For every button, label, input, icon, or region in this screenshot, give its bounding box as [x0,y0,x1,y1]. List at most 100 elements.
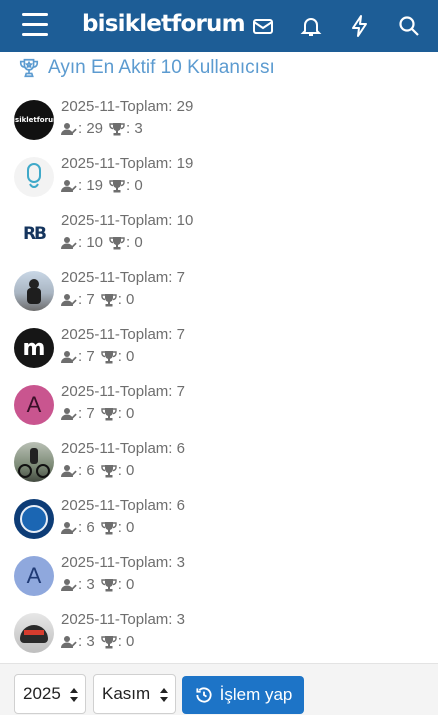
post-count: : 10 [78,234,104,251]
user-stats: 2025-11-Toplam: 7 : 7 : 0 [61,326,185,366]
stats-line: : 29 : 3 [61,120,193,138]
submit-button[interactable]: İşlem yap [182,676,304,714]
trophy-icon [100,351,117,364]
trophy-count: : 0 [117,462,135,479]
stats-line: : 6 : 0 [61,519,185,537]
trophy-icon [100,294,117,307]
bisikletforum-logo-avatar[interactable]: bisikletforum [14,100,54,140]
avatar-letter: A [14,385,54,425]
user-posts-icon [61,180,77,192]
month-select[interactable]: Kasım [93,674,176,714]
user-stats: 2025-11-Toplam: 3 : 3: 0 [61,554,185,594]
monthly-total: 2025-11-Toplam: 29 [61,98,194,115]
helmet-photo-avatar[interactable] [14,613,54,653]
stats-line: : 19 : 0 [61,177,193,195]
submit-button-label: İşlem yap [219,685,293,704]
trophy-count: : 0 [117,576,135,593]
stats-line: : 10 : 0 [61,234,193,252]
user-stats: 2025-11-Toplam: 3 : 3 : 0 [61,611,185,651]
list-item: RB 2025-11-Toplam: 10 : 10 : 0 [14,212,424,269]
cycling-club-logo-avatar[interactable] [14,499,54,539]
tqam-logo-avatar[interactable] [14,157,54,197]
select-arrows-icon [160,688,168,702]
post-count: : 3 [78,633,95,650]
user-posts-icon [61,579,77,591]
list-item: A 2025-11-Toplam: 3 : 3: 0 [14,554,424,611]
user-stats: 2025-11-Toplam: 10 : 10 : 0 [61,212,193,252]
user-stats: 2025-11-Toplam: 7 : 7 : 0 [61,269,185,309]
bell-icon[interactable] [299,14,323,38]
avatar-letter: A [14,556,54,596]
monthly-total: 2025-11-Toplam: 3 [61,611,185,628]
stats-line: : 3: 0 [61,576,185,594]
cyclist-photo-avatar[interactable] [14,271,54,311]
section-heading: Ayın En Aktif 10 Kullanıcısı [18,54,275,82]
monthly-total: 2025-11-Toplam: 7 [61,269,185,286]
list-item: bisikletforum 2025-11-Toplam: 29 : 29 : 3 [14,98,424,155]
monthly-total: 2025-11-Toplam: 7 [61,326,185,343]
letter-a-avatar[interactable]: A [14,385,54,425]
search-icon[interactable] [397,14,421,38]
user-posts-icon [61,294,77,306]
year-select[interactable]: 2025 [14,674,86,714]
user-stats: 2025-11-Toplam: 6 : 6 : 0 [61,440,185,480]
monthly-total: 2025-11-Toplam: 6 [61,497,185,514]
monthly-total: 2025-11-Toplam: 6 [61,440,185,457]
select-arrows-icon [70,688,78,702]
filter-bar: 2025 Kasım İşlem yap [0,663,438,715]
user-stats: 2025-11-Toplam: 6 : 6 : 0 [61,497,185,537]
bike-photo-avatar[interactable] [14,442,54,482]
trophy-icon [100,522,117,535]
month-select-value: Kasım [102,684,151,703]
letter-a-avatar[interactable]: A [14,556,54,596]
m-logo-avatar[interactable]: m [14,328,54,368]
user-posts-icon [61,522,77,534]
monthly-total: 2025-11-Toplam: 3 [61,554,185,571]
monthly-total: 2025-11-Toplam: 7 [61,383,185,400]
stats-line: : 7 : 0 [61,291,185,309]
trophy-icon [109,237,125,250]
user-posts-icon [61,636,77,648]
list-item: 2025-11-Toplam: 7 : 7 : 0 [14,269,424,326]
monthly-total: 2025-11-Toplam: 10 [61,212,194,229]
trophy-count: : 0 [117,633,135,650]
user-stats: 2025-11-Toplam: 29 : 29 : 3 [61,98,193,138]
history-icon [196,687,212,703]
list-item: 2025-11-Toplam: 3 : 3 : 0 [14,611,424,668]
stats-line: : 7 : 0 [61,348,185,366]
trophy-icon [100,636,117,649]
post-count: : 6 [78,519,95,536]
user-stats: 2025-11-Toplam: 7 : 7 : 0 [61,383,185,423]
envelope-icon[interactable] [251,14,275,38]
trophy-count: : 3 [126,120,143,137]
post-count: : 7 [78,291,95,308]
post-count: : 29 [78,120,104,137]
trophy-icon [100,579,117,592]
trophy-count: : 0 [117,348,135,365]
post-count: : 7 [78,348,95,365]
post-count: : 6 [78,462,95,479]
rb-logo-avatar[interactable]: RB [14,214,54,254]
user-posts-icon [61,351,77,363]
trophy-icon [19,58,39,78]
trophy-count: : 0 [126,177,143,194]
top-navigation-bar: bisikletforum [0,0,438,52]
trophy-icon [100,465,117,478]
trophy-icon [109,180,125,193]
post-count: : 19 [78,177,104,194]
list-item: m 2025-11-Toplam: 7 : 7 : 0 [14,326,424,383]
user-posts-icon [61,123,77,135]
trophy-count: : 0 [117,291,135,308]
trophy-count: : 0 [126,234,143,251]
hamburger-icon[interactable] [22,13,48,37]
top-users-list: bisikletforum2025-11-Toplam: 29: 29: 320… [14,98,424,668]
trophy-icon [100,408,117,421]
trophy-count: : 0 [117,405,135,422]
user-posts-icon [61,408,77,420]
site-logo[interactable]: bisikletforum [82,11,246,37]
list-item: A 2025-11-Toplam: 7 : 7 : 0 [14,383,424,440]
post-count: : 7 [78,405,95,422]
trophy-count: : 0 [117,519,135,536]
bolt-icon[interactable] [348,14,372,38]
year-select-value: 2025 [23,684,61,703]
